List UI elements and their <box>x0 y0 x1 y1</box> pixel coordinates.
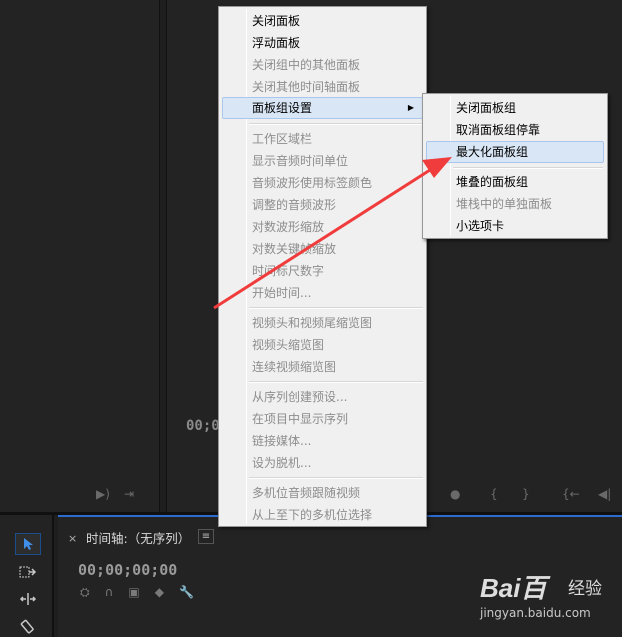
submenu-item-close-panel-group[interactable]: 关闭面板组 <box>426 97 604 119</box>
mark-out-icon[interactable]: } <box>522 487 530 501</box>
paw-icon: 百 <box>520 573 547 603</box>
mark-in-icon[interactable]: { <box>490 487 498 501</box>
submenu-item-stacked-panel-group[interactable]: 堆叠的面板组 <box>426 171 604 193</box>
menu-separator <box>453 167 603 169</box>
menu-item-head-tail-thumbnails: 视频头和视频尾缩览图 <box>252 316 373 330</box>
menu-item-link-media: 链接媒体... <box>252 434 312 448</box>
tools-panel <box>0 515 54 637</box>
menu-item-time-ruler-numbers: 时间标尺数字 <box>252 264 325 278</box>
submenu-item-undock-panel-group[interactable]: 取消面板组停靠 <box>426 119 604 141</box>
add-marker-icon[interactable]: ◆ <box>155 585 164 600</box>
menu-separator <box>249 477 423 479</box>
menu-item-create-preset: 从序列创建预设... <box>252 390 348 404</box>
menu-item-make-offline: 设为脱机... <box>252 456 312 470</box>
submenu-arrow-icon: ▶ <box>407 103 414 112</box>
panel-menu-icon[interactable]: ≡ <box>198 529 214 544</box>
snap-icon[interactable]: ∩ <box>105 585 114 600</box>
add-marker-icon[interactable]: ● <box>450 487 460 501</box>
timeline-timecode[interactable]: 00;00;00;00 <box>78 561 177 579</box>
submenu-item-small-tabs[interactable]: 小选项卡 <box>426 215 604 237</box>
close-tab-icon[interactable]: × <box>68 532 77 545</box>
menu-item-close-other-timelines: 关闭其他时间轴面板 <box>252 80 361 94</box>
menu-item-multicam-audio-follows-video: 多机位音频跟随视频 <box>252 486 361 500</box>
submenu-item-maximize-panel-group[interactable]: 最大化面板组 <box>426 141 604 163</box>
watermark-brand: 经验 <box>568 579 602 599</box>
menu-item-close-panel[interactable]: 关闭面板 <box>222 10 423 32</box>
menu-item-close-other-in-group: 关闭组中的其他面板 <box>252 58 361 72</box>
linked-selection-icon[interactable]: ▣ <box>128 585 139 600</box>
track-select-tool-icon[interactable] <box>15 561 41 583</box>
submenu-item-solo-panels-in-stack: 堆栈中的单独面板 <box>456 197 553 211</box>
menu-separator <box>249 307 423 309</box>
monitor-icon-audio[interactable]: ▶) <box>96 487 110 501</box>
go-to-in-icon[interactable]: {← <box>562 487 580 501</box>
menu-item-reveal-in-project: 在项目中显示序列 <box>252 412 349 426</box>
menu-item-multicam-top-down: 从上至下的多机位选择 <box>252 508 373 522</box>
menu-item-panel-group-settings[interactable]: 面板组设置 ▶ <box>222 97 423 119</box>
menu-separator <box>249 123 423 125</box>
menu-item-label: 面板组设置 <box>252 101 313 115</box>
timeline-tab-title[interactable]: 时间轴:（无序列） <box>86 528 190 547</box>
baidu-logo: Bai百 <box>480 573 547 603</box>
menu-item-float-panel[interactable]: 浮动面板 <box>222 32 423 54</box>
panel-group-settings-submenu: 关闭面板组 取消面板组停靠 最大化面板组 堆叠的面板组 堆栈中的单独面板 小选项… <box>422 93 608 239</box>
menu-item-audio-time-units: 显示音频时间单位 <box>252 154 349 168</box>
ripple-edit-tool-icon[interactable] <box>15 588 41 610</box>
monitor-timecode: 00;0 <box>186 418 220 434</box>
menu-separator <box>249 381 423 383</box>
menu-item-continuous-thumbnails: 连续视频缩览图 <box>252 360 337 374</box>
menu-item-work-area-bar: 工作区域栏 <box>252 132 313 146</box>
panel-context-menu: 关闭面板 浮动面板 关闭组中的其他面板 关闭其他时间轴面板 面板组设置 ▶ 工作… <box>218 6 427 527</box>
menu-item-log-keyframe-scaling: 对数关键帧缩放 <box>252 242 337 256</box>
menu-item-start-time: 开始时间... <box>252 286 312 300</box>
timeline-toolbar: ⛭ ∩ ▣ ◆ 🔧 <box>80 585 194 600</box>
left-panel <box>0 0 160 512</box>
nest-icon[interactable]: ⛭ <box>80 585 90 600</box>
step-back-icon[interactable]: ◀| <box>598 487 611 501</box>
menu-item-rectified-waveforms: 调整的音频波形 <box>252 198 337 212</box>
watermark-url: jingyan.baidu.com <box>480 606 591 620</box>
monitor-icon-export[interactable]: ⇥ <box>124 487 134 501</box>
menu-item-head-thumbnails: 视频头缩览图 <box>252 338 325 352</box>
menu-item-label-color-waveforms: 音频波形使用标签颜色 <box>252 176 373 190</box>
selection-tool-icon[interactable] <box>15 533 41 555</box>
baidu-jingyan-watermark: Bai百 经验 jingyan.baidu.com <box>480 568 620 634</box>
menu-item-log-waveform-scaling: 对数波形缩放 <box>252 220 325 234</box>
razor-tool-icon[interactable] <box>15 615 41 637</box>
wrench-icon[interactable]: 🔧 <box>179 585 194 600</box>
